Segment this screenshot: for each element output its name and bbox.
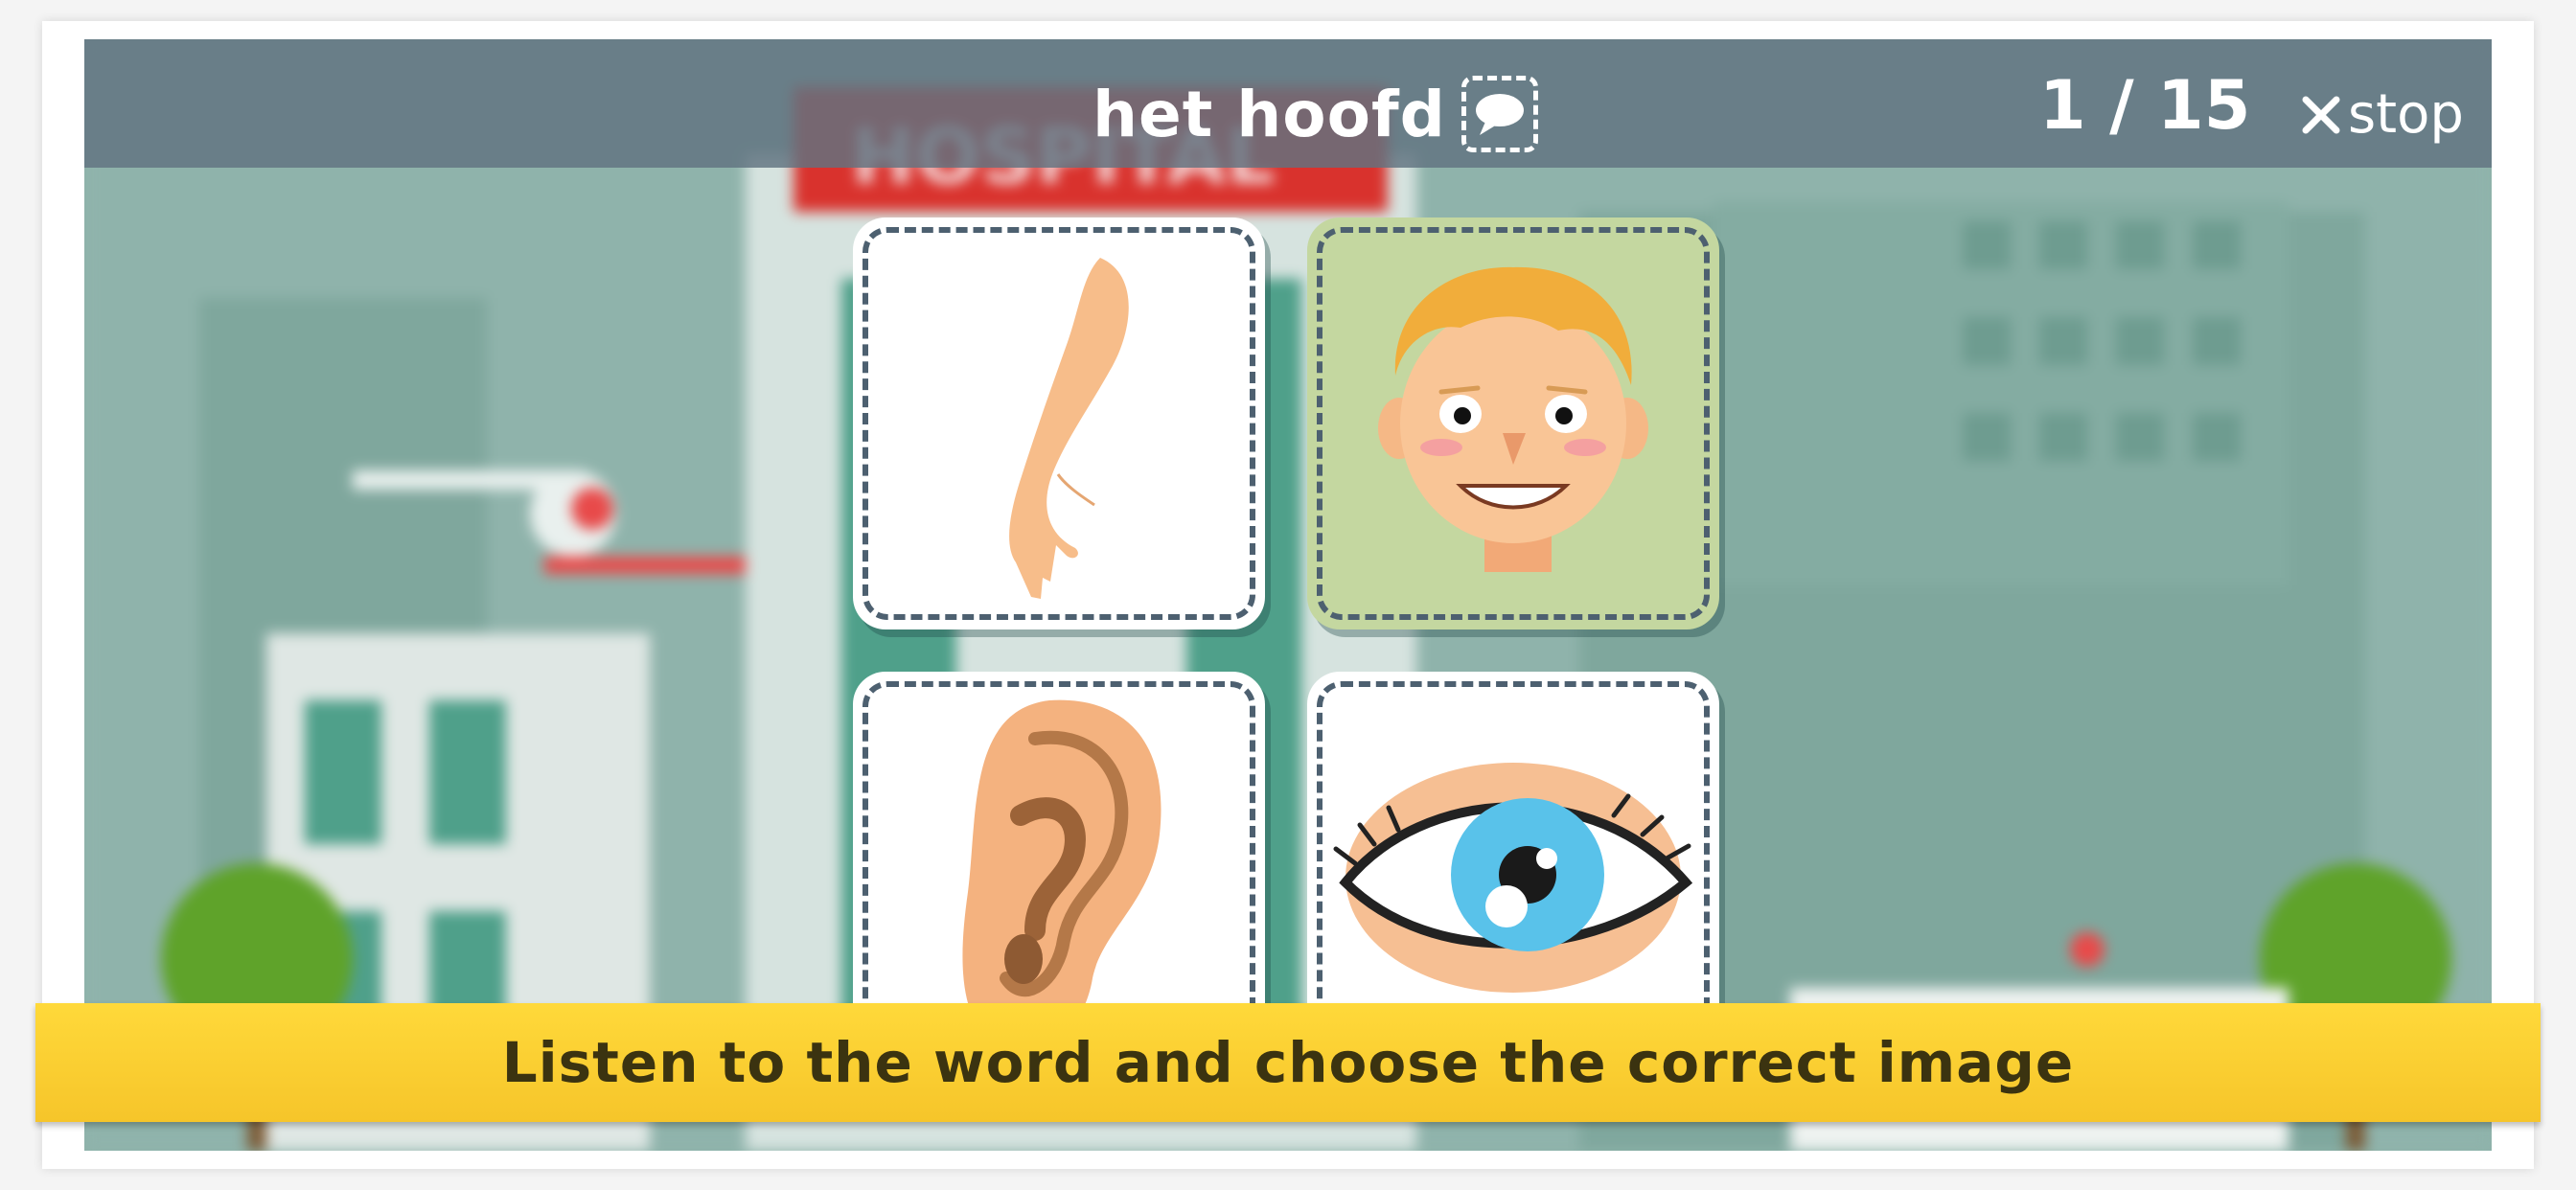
top-bar: het hoofd 1 / 15 stop: [84, 39, 2492, 168]
instruction-text: Listen to the word and choose the correc…: [501, 1030, 2075, 1095]
stop-button[interactable]: stop: [2300, 83, 2464, 146]
target-word-group: het hoofd: [1092, 66, 1538, 162]
progress-counter: 1 / 15: [2039, 66, 2251, 145]
hospital-background: HOSPITAL: [84, 39, 2492, 1151]
stop-label: stop: [2348, 83, 2464, 146]
instruction-banner: Listen to the word and choose the correc…: [35, 1003, 2541, 1122]
speak-button[interactable]: [1460, 76, 1538, 152]
target-word: het hoofd: [1092, 77, 1446, 151]
answer-card-arm[interactable]: [853, 217, 1265, 629]
answer-card-head[interactable]: [1307, 217, 1719, 629]
arm-image: [1009, 258, 1129, 599]
speech-bubble-icon: [1475, 94, 1524, 135]
game-stage: HOSPITAL het hoofd: [84, 39, 2492, 1151]
close-icon: [2302, 96, 2340, 133]
head-image: [1378, 266, 1648, 572]
